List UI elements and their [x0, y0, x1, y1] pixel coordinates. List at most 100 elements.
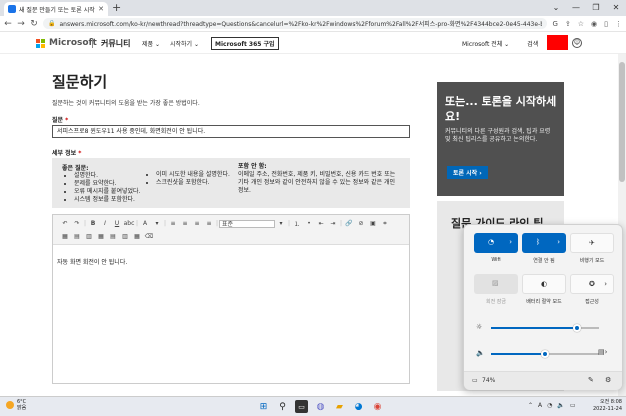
close-tab-icon[interactable]: ✕ [98, 5, 104, 13]
edge-icon[interactable]: ◕ [352, 400, 365, 413]
star-icon[interactable]: ☆ [578, 20, 584, 28]
new-tab-icon[interactable]: + [112, 2, 121, 14]
redo-icon[interactable]: ↷ [71, 220, 83, 227]
link-icon[interactable]: 🔗 [343, 220, 355, 227]
volume-knob[interactable] [541, 350, 549, 358]
battery-saver-tile[interactable]: ◐ [522, 274, 566, 294]
file-explorer-icon[interactable]: ▰ [333, 400, 346, 413]
header-nav: 제품 ⌄ 시작하기 ⌄ [142, 39, 199, 48]
chevron-right-icon[interactable]: › [604, 280, 607, 288]
buy-m365-button[interactable]: Microsoft 365 구입 [211, 37, 279, 50]
microsoft-logo-icon [36, 38, 45, 48]
google-icon[interactable]: G [552, 20, 557, 28]
format-select[interactable]: 표준 [219, 219, 275, 228]
strikethrough-icon[interactable]: abc [123, 220, 135, 227]
chevron-right-icon[interactable]: › [509, 238, 512, 246]
reload-icon[interactable]: ↻ [30, 19, 38, 29]
sidebar-icon[interactable]: ▯ [604, 20, 608, 28]
italic-icon[interactable]: I [99, 220, 111, 227]
browser-tab-strip: 새 질문 만들기 또는 토론 시작 ✕ + ⌄ — ❐ ✕ [0, 0, 626, 16]
code-icon[interactable]: ⌗ [379, 220, 391, 228]
indent-icon[interactable]: ⇥ [327, 220, 339, 227]
unlink-icon[interactable]: ⊘ [355, 220, 367, 227]
settings-gear-icon[interactable]: ⚙ [605, 376, 611, 384]
volume-tray-icon[interactable]: 🔈 [557, 402, 564, 409]
menu-icon[interactable]: ⋮ [615, 20, 622, 28]
numbered-list-icon[interactable]: ⒈ [291, 219, 303, 228]
editor-body[interactable]: 자동 화면 회전이 안 됩니다. [57, 257, 127, 266]
chat-icon[interactable]: ◍ [314, 400, 327, 413]
search-icon[interactable]: ⚲ [276, 400, 289, 413]
forward-icon[interactable]: → [17, 19, 25, 29]
table-col-icon[interactable]: ▥ [83, 233, 95, 240]
table-props-icon[interactable]: ▦ [131, 233, 143, 240]
bluetooth-tile[interactable]: ᛒ › [522, 233, 566, 253]
bold-icon[interactable]: B [87, 220, 99, 227]
table-row-icon[interactable]: ▤ [71, 233, 83, 240]
undo-icon[interactable]: ↶ [59, 220, 71, 227]
align-justify-icon[interactable]: ≡ [203, 220, 215, 227]
search-link[interactable]: 검색 [527, 39, 538, 48]
tray-chevron-icon[interactable]: ⌃ [528, 402, 533, 409]
weather-widget[interactable]: 6°C 맑음 [6, 399, 26, 411]
clock[interactable]: 오전 8:08 2022-11-24 [588, 399, 622, 413]
address-bar[interactable]: 🔒 answers.microsoft.com/ko-kr/newthread?… [43, 18, 548, 29]
profile-icon[interactable]: ◉ [591, 20, 597, 28]
outdent-icon[interactable]: ⇤ [315, 220, 327, 227]
clear-format-icon[interactable]: ⌫ [143, 233, 155, 240]
table-icon[interactable]: ▦ [59, 233, 71, 240]
table-merge-icon[interactable]: ▤ [107, 233, 119, 240]
image-icon[interactable]: ▣ [367, 220, 379, 227]
brightness-knob[interactable] [573, 324, 582, 332]
share-icon[interactable]: ⇪ [565, 20, 571, 28]
wifi-tray-icon[interactable]: ◔ [547, 402, 552, 409]
bullet-list-icon[interactable]: • [303, 220, 315, 227]
accessibility-tile[interactable]: ✪ › [570, 274, 614, 294]
chrome-icon[interactable]: ◉ [371, 400, 384, 413]
all-microsoft-menu[interactable]: Microsoft 전체 ⌄ [462, 39, 509, 48]
task-view-icon[interactable]: ▭ [295, 400, 308, 413]
search-box[interactable] [547, 35, 568, 50]
audio-output-icon[interactable]: ▤› [598, 348, 607, 356]
table-delete-icon[interactable]: ▦ [95, 233, 107, 240]
back-icon[interactable]: ← [4, 19, 12, 29]
microsoft-logo[interactable]: Microsoft [36, 38, 97, 48]
battery-tray-icon[interactable]: ▭ [570, 402, 576, 409]
table-split-icon[interactable]: ▥ [119, 233, 131, 240]
browser-tab[interactable]: 새 질문 만들기 또는 토론 시작 ✕ [4, 2, 108, 16]
start-icon[interactable]: ⊞ [257, 400, 270, 413]
nav-get-started[interactable]: 시작하기 ⌄ [170, 39, 199, 48]
underline-icon[interactable]: U [111, 220, 123, 227]
chevron-down-icon[interactable]: ⌄ [546, 0, 566, 16]
minimize-icon[interactable]: — [566, 0, 586, 16]
chevron-down-icon[interactable]: ▾ [151, 220, 163, 227]
font-color-icon[interactable]: A [139, 220, 151, 227]
rich-text-editor: ↶ ↷ | B I U abc | A ▾ | ≡ ≡ ≡ ≡ | 표준 ▾ |… [52, 214, 410, 384]
wifi-tile[interactable]: ◔ › [474, 233, 518, 253]
volume-slider[interactable] [491, 350, 599, 358]
start-discussion-button[interactable]: 토론 시작 › [447, 166, 488, 179]
volume-icon[interactable]: 🔈 [476, 349, 485, 357]
battery-percent: 74% [482, 377, 496, 384]
align-center-icon[interactable]: ≡ [179, 220, 191, 227]
user-avatar-icon[interactable]: ☺ [572, 38, 582, 48]
maximize-icon[interactable]: ❐ [586, 0, 606, 16]
community-link[interactable]: 커뮤니티 [101, 38, 130, 49]
chevron-right-icon[interactable]: › [557, 238, 560, 246]
airplane-tile[interactable]: ✈ [570, 233, 614, 253]
input-language[interactable]: A [538, 402, 542, 409]
sun-icon [6, 401, 14, 409]
scrollbar-thumb[interactable] [619, 62, 625, 182]
nav-products[interactable]: 제품 ⌄ [142, 39, 160, 48]
accessibility-label: 접근성 [585, 299, 599, 305]
rotation-lock-tile[interactable]: ▨ [474, 274, 518, 294]
edit-icon[interactable]: ✎ [588, 376, 594, 384]
subject-input[interactable]: 서피스프로8 윈도우11 사용 중인데, 화면회전이 안 됩니다. [52, 125, 410, 138]
favicon-icon [8, 5, 16, 13]
chevron-down-icon[interactable]: ▾ [275, 220, 287, 227]
weather-condition: 맑음 [17, 405, 27, 411]
brightness-slider[interactable] [491, 324, 599, 332]
align-right-icon[interactable]: ≡ [191, 220, 203, 227]
align-left-icon[interactable]: ≡ [167, 220, 179, 227]
close-window-icon[interactable]: ✕ [606, 0, 626, 16]
